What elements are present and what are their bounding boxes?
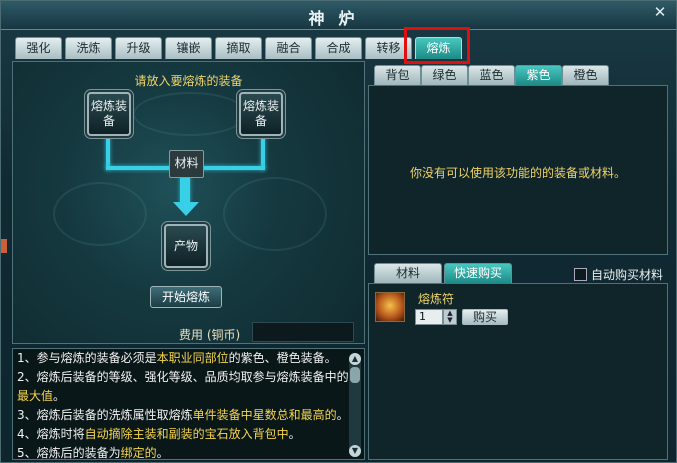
fee-value [252, 322, 354, 342]
rule-text: 1、参与熔炼的装备必须是 [17, 351, 157, 365]
rule-text: 。 [336, 408, 349, 422]
tab-bag[interactable]: 背包 [374, 65, 421, 85]
bag-panel: 你没有可以使用该功能的的装备或材料。 [368, 85, 668, 255]
down-arrow-icon [173, 202, 199, 216]
rule-text: 4、熔炼时将 [17, 427, 85, 441]
tab-fuse[interactable]: 融合 [265, 37, 312, 59]
tab-strengthen[interactable]: 强化 [15, 37, 62, 59]
item-name: 熔炼符 [418, 292, 455, 306]
scroll-down-icon[interactable]: ▼ [349, 445, 361, 457]
rules-text: 1、参与熔炼的装备必须是本职业同部位的紫色、橙色装备。 2、熔炼后装备的等级、强化… [13, 349, 364, 460]
tab-upgrade[interactable]: 升级 [115, 37, 162, 59]
tab-materials[interactable]: 材料 [374, 263, 442, 283]
window-title: 神炉 [308, 9, 369, 28]
rule-line: 1、参与熔炼的装备必须是本职业同部位的紫色、橙色装备。 [13, 349, 364, 368]
rule-highlight: 本职业同部位 [156, 351, 229, 365]
rule-line: 3、熔炼后装备的洗炼属性取熔炼单件装备中星数总和最高的。 [13, 406, 364, 425]
product-slot[interactable]: 产物 [164, 224, 208, 268]
rule-text: 3、熔炼后装备的洗炼属性取熔炼 [17, 408, 193, 422]
side-marker [1, 239, 7, 253]
empty-message: 你没有可以使用该功能的的装备或材料。 [409, 166, 626, 180]
rule-highlight: 单件装备中星数总和最高的 [192, 408, 337, 422]
tab-compose[interactable]: 合成 [315, 37, 362, 59]
forge-hint: 请放入要熔炼的装备 [134, 74, 243, 88]
rule-text: 2、熔炼后装备的等级、强化等级、品质均取参与熔炼装备中的 [17, 370, 349, 384]
equipment-slot-right[interactable]: 熔炼装备 [239, 92, 283, 136]
fee-label: 费用 (铜币) [179, 328, 241, 342]
ornament [53, 182, 147, 246]
pipe [106, 136, 110, 170]
auto-buy-label: 自动购买材料 [591, 268, 664, 282]
buy-button[interactable]: 购买 [462, 309, 508, 325]
tab-green[interactable]: 绿色 [421, 65, 468, 85]
rule-text: 的紫色、橙色装备。 [228, 351, 337, 365]
rule-text: 。 [53, 389, 66, 403]
tab-refine[interactable]: 洗炼 [65, 37, 112, 59]
rule-line: 5、熔炼后的装备为绑定的。 [13, 444, 364, 460]
forge-window: 神炉 ✕ 强化 洗炼 升级 镶嵌 摘取 融合 合成 转移 熔炼 请放入要熔炼的装… [0, 0, 677, 463]
tab-inlay[interactable]: 镶嵌 [165, 37, 212, 59]
scrollbar[interactable]: ▲ ▼ [349, 353, 361, 457]
pipe [261, 136, 265, 170]
rule-text: 5、熔炼后的装备为 [17, 446, 121, 460]
ornament [223, 177, 327, 251]
tab-purple[interactable]: 紫色 [515, 65, 562, 85]
equipment-slot-left[interactable]: 熔炼装备 [87, 92, 131, 136]
highlight-callout [404, 27, 470, 64]
tab-quick-buy[interactable]: 快速购买 [444, 263, 512, 283]
checkbox-icon[interactable] [574, 268, 587, 281]
rule-line: 最大值。 [13, 387, 364, 406]
scroll-up-icon[interactable]: ▲ [349, 353, 361, 365]
tab-orange[interactable]: 橙色 [562, 65, 609, 85]
rule-text: 。 [156, 446, 169, 460]
quantity-input[interactable]: 1 [415, 309, 443, 325]
auto-buy-checkbox[interactable]: 自动购买材料 [574, 266, 663, 283]
rules-description: 1、参与熔炼的装备必须是本职业同部位的紫色、橙色装备。 2、熔炼后装备的等级、强化… [12, 348, 365, 460]
ornament [133, 92, 247, 136]
quick-buy-panel: 熔炼符 1 ▲ ▼ 购买 [368, 283, 668, 460]
title-bar[interactable]: 神炉 ✕ [1, 1, 676, 30]
quantity-stepper[interactable]: ▲ ▼ [443, 309, 457, 325]
scroll-icon[interactable] [375, 292, 405, 322]
scroll-thumb[interactable] [350, 367, 360, 383]
tab-extract[interactable]: 摘取 [215, 37, 262, 59]
forge-panel: 请放入要熔炼的装备 熔炼装备 熔炼装备 材料 产物 开始熔炼 费用 (铜币) [12, 61, 365, 344]
pipe [180, 176, 190, 204]
rule-line: 4、熔炼时将自动摘除主装和副装的宝石放入背包中。 [13, 425, 364, 444]
close-icon[interactable]: ✕ [652, 4, 668, 20]
rule-line: 2、熔炼后装备的等级、强化等级、品质均取参与熔炼装备中的 [13, 368, 364, 387]
material-slot[interactable]: 材料 [169, 150, 204, 178]
tab-blue[interactable]: 蓝色 [468, 65, 515, 85]
rule-text: 。 [288, 427, 301, 441]
rule-highlight: 绑定的 [120, 446, 157, 460]
start-smelt-button[interactable]: 开始熔炼 [150, 286, 222, 308]
rule-highlight: 最大值 [17, 389, 54, 403]
rule-highlight: 自动摘除主装和副装的宝石放入背包中 [84, 427, 289, 441]
